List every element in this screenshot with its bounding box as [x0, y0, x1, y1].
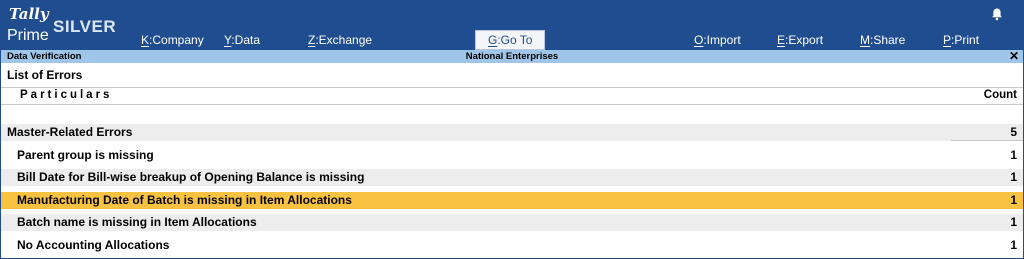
column-header: Particulars Count: [1, 87, 1023, 105]
top-bar: Tally Prime SILVER K:Company Y:Data Z:Ex…: [1, 1, 1023, 50]
group-count: 5: [1010, 125, 1017, 139]
row-label: No Accounting Allocations: [17, 238, 170, 252]
menu-import[interactable]: O:Import: [694, 31, 741, 49]
menu-data[interactable]: Y:Data: [224, 31, 260, 49]
app-window: Tally Prime SILVER K:Company Y:Data Z:Ex…: [0, 0, 1024, 259]
group-row-master-errors[interactable]: Master-Related Errors 5: [1, 124, 1023, 141]
menu-share[interactable]: M:Share: [860, 31, 905, 49]
table-row[interactable]: Batch name is missing in Item Allocation…: [1, 214, 1023, 231]
table-row[interactable]: Parent group is missing 1: [1, 147, 1023, 164]
menu-print[interactable]: P:Print: [943, 31, 979, 49]
row-label: Bill Date for Bill-wise breakup of Openi…: [17, 170, 365, 184]
logo-tally-text: Tally: [9, 5, 49, 23]
report-name: Data Verification: [7, 51, 82, 62]
table-row[interactable]: Bill Date for Bill-wise breakup of Openi…: [1, 169, 1023, 186]
row-label: Parent group is missing: [17, 148, 154, 162]
divider: [951, 140, 1023, 141]
report-title-bar: National Enterprises Data Verification ✕: [1, 50, 1023, 63]
edition-label: SILVER: [53, 17, 117, 36]
close-icon[interactable]: ✕: [1009, 50, 1019, 63]
bell-icon[interactable]: [990, 7, 1004, 21]
column-particulars: Particulars: [20, 89, 113, 101]
group-label: Master-Related Errors: [7, 125, 133, 139]
menu-export[interactable]: E:Export: [777, 31, 823, 49]
menu-go-to[interactable]: G:Go To: [475, 30, 546, 50]
tally-logo: Tally Prime SILVER: [7, 3, 127, 47]
row-count: 1: [1010, 238, 1017, 252]
row-count: 1: [1010, 170, 1017, 184]
row-count: 1: [1010, 215, 1017, 229]
row-label: Manufacturing Date of Batch is missing i…: [17, 193, 352, 207]
row-count: 1: [1010, 148, 1017, 162]
column-count: Count: [983, 89, 1017, 101]
menu-exchange[interactable]: Z:Exchange: [308, 31, 372, 49]
page-title: List of Errors: [7, 68, 83, 82]
menu-company[interactable]: K:Company: [141, 31, 204, 49]
row-label: Batch name is missing in Item Allocation…: [17, 215, 257, 229]
row-count: 1: [1010, 193, 1017, 207]
company-name: National Enterprises: [465, 51, 559, 62]
logo-prime-text: Prime: [7, 27, 49, 44]
table-row-selected[interactable]: Manufacturing Date of Batch is missing i…: [1, 192, 1023, 209]
table-row[interactable]: No Accounting Allocations 1: [1, 237, 1023, 254]
